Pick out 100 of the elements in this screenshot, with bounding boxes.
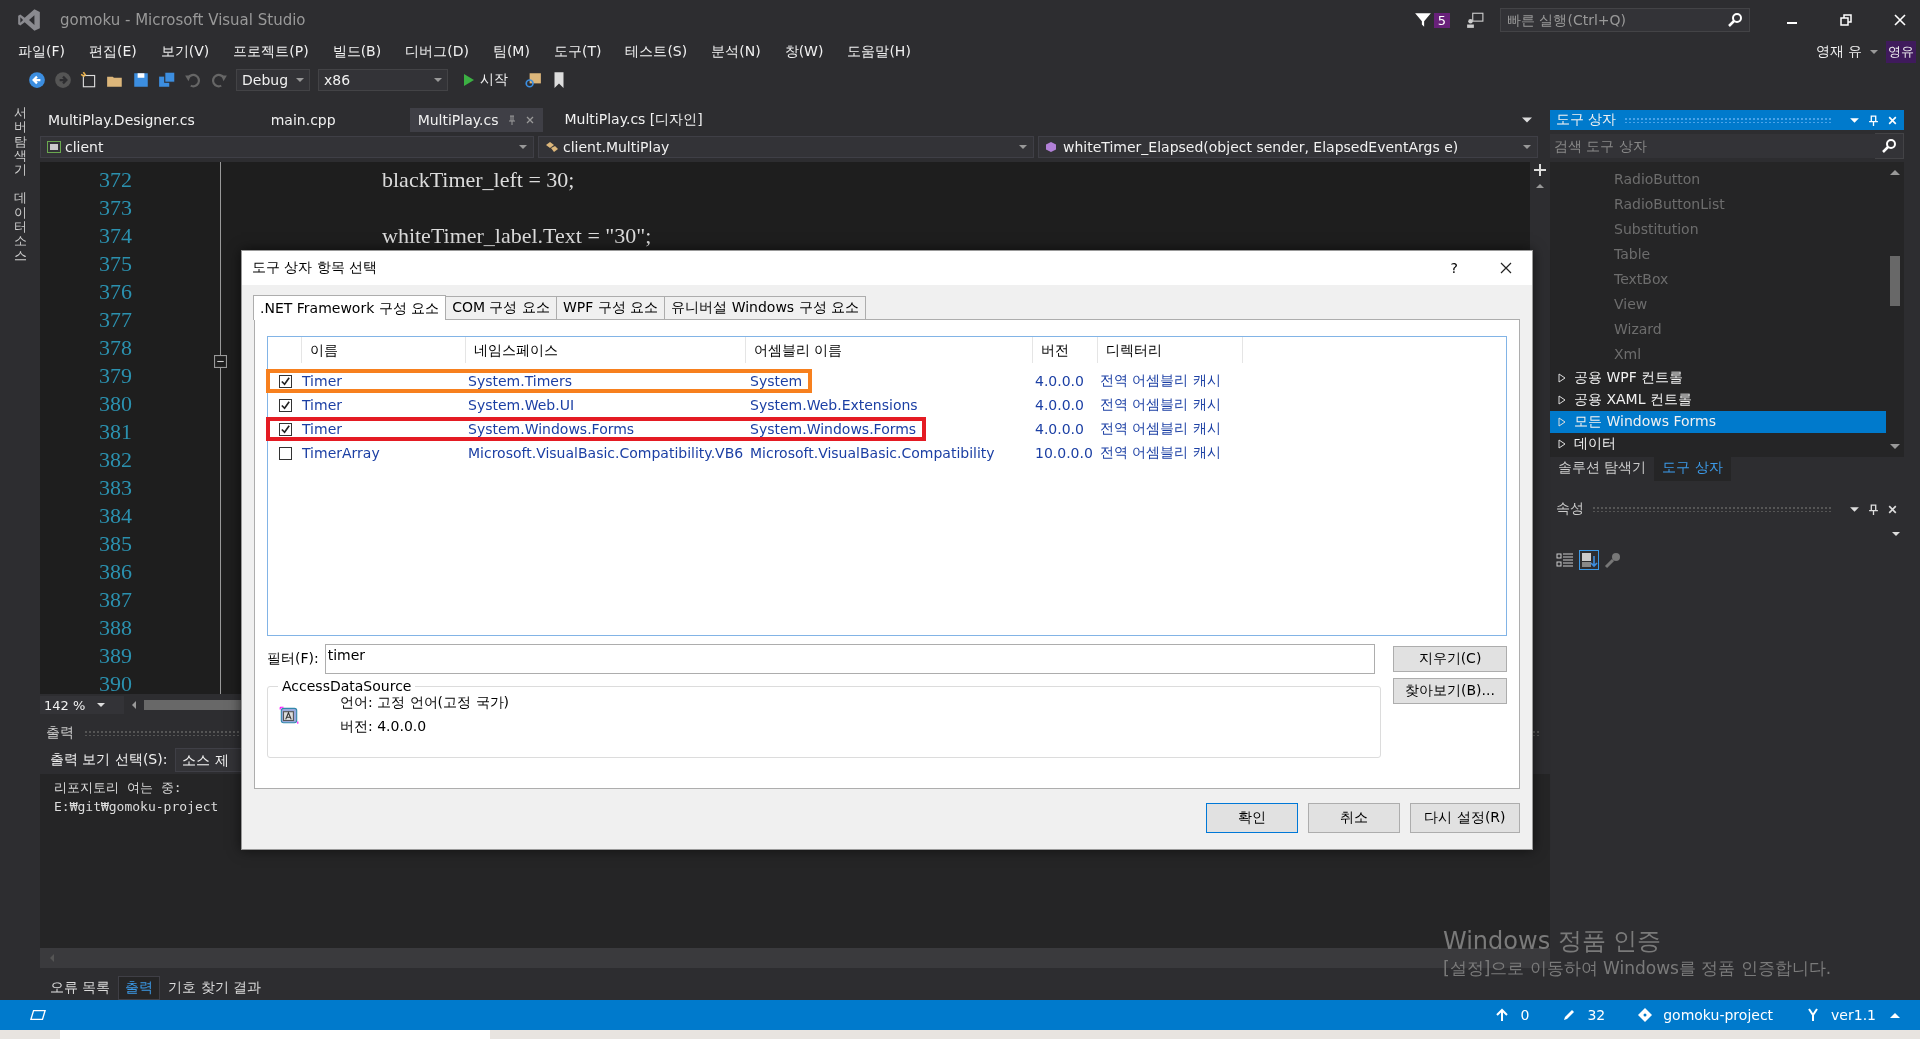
repository-name[interactable]: gomoku-project — [1663, 1007, 1774, 1023]
panel-tab[interactable]: 오류 목록 — [44, 977, 117, 999]
checkbox[interactable] — [278, 398, 292, 412]
table-cell-text: 4.0.0.0 — [1034, 397, 1085, 413]
start-button[interactable]: 시작 — [456, 71, 516, 89]
line-number: 389 — [99, 641, 132, 670]
menu-item[interactable]: 도구(T) — [541, 43, 614, 61]
close-icon[interactable] — [1500, 262, 1512, 274]
scroll-down-icon[interactable] — [1890, 443, 1900, 451]
back-icon[interactable] — [28, 71, 46, 89]
component-icon — [278, 704, 300, 726]
document-tab[interactable]: main.cpp — [262, 108, 344, 132]
dialog-button[interactable]: 취소 — [1308, 803, 1400, 833]
close-icon[interactable] — [1892, 12, 1908, 28]
clear-button[interactable]: 지우기(C) — [1393, 646, 1507, 672]
branch-name[interactable]: ver1.1 — [1831, 1007, 1876, 1023]
menu-item[interactable]: 창(W) — [772, 43, 836, 61]
configuration-dropdown[interactable]: Debug — [236, 69, 310, 91]
side-tab[interactable]: 데이터 소스 — [13, 191, 27, 263]
menu-item[interactable]: 분석(N) — [699, 43, 773, 61]
caret-icon — [434, 76, 442, 84]
toolbox-group[interactable]: 공용 WPF 컨트롤 — [1550, 367, 1886, 389]
line-number: 383 — [99, 473, 132, 502]
alphabetical-icon[interactable] — [1580, 551, 1598, 569]
notification-count[interactable]: 5 — [1433, 12, 1450, 28]
change-count[interactable]: 32 — [1587, 1007, 1606, 1023]
scrollbar-thumb[interactable] — [1890, 256, 1900, 306]
menu-item[interactable]: 테스트(S) — [613, 43, 700, 61]
zoom-dropdown[interactable]: 142 % — [40, 696, 124, 715]
diamond-icon[interactable] — [1637, 1008, 1654, 1022]
search-icon[interactable] — [1875, 133, 1904, 159]
toolbox-group[interactable]: 데이터 — [1550, 433, 1886, 455]
notification-icon[interactable] — [30, 1008, 46, 1022]
column-header[interactable]: 버전 — [1033, 337, 1098, 363]
table-cell-text: 전역 어셈블리 캐시 — [1099, 396, 1222, 414]
categorized-icon[interactable] — [1556, 551, 1574, 569]
column-header[interactable]: 어셈블리 이름 — [746, 337, 1033, 363]
menu-item[interactable]: 편집(E) — [77, 43, 149, 61]
scroll-up-icon[interactable] — [1890, 168, 1900, 176]
new-project-icon[interactable] — [80, 71, 98, 89]
toolbox-search-field[interactable]: 검색 도구 상자 — [1550, 134, 1875, 158]
column-header[interactable]: 디렉터리 — [1098, 337, 1243, 363]
caret-icon[interactable] — [1870, 48, 1878, 56]
dialog-tab[interactable]: .NET Framework 구성 요소 — [253, 295, 447, 320]
dialog-button[interactable]: 다시 설정(R) — [1410, 803, 1520, 833]
user-avatar[interactable]: 영유 — [1886, 41, 1916, 63]
dialog-tab[interactable]: 유니버설 Windows 구성 요소 — [664, 296, 867, 319]
panel-tab[interactable]: 도구 상자 — [1654, 457, 1731, 481]
scroll-left-icon[interactable] — [130, 701, 138, 710]
panel-tab[interactable]: 솔루션 탐색기 — [1550, 457, 1655, 481]
find-icon[interactable] — [524, 71, 542, 89]
side-tab[interactable]: 서버 탐색기 — [13, 106, 27, 178]
checkbox[interactable] — [278, 422, 292, 436]
checkbox[interactable] — [278, 446, 292, 460]
menu-item[interactable]: 빌드(B) — [320, 43, 394, 61]
platform-dropdown[interactable]: x86 — [318, 69, 448, 91]
table-cell-text: System.Timers — [467, 373, 573, 389]
pin-icon[interactable] — [1868, 503, 1879, 515]
undo-icon[interactable] — [184, 71, 202, 89]
collapse-icon[interactable] — [214, 354, 227, 368]
redo-icon[interactable] — [210, 71, 228, 89]
feedback-icon[interactable] — [1466, 11, 1484, 29]
browse-button[interactable]: 찾아보기(B)... — [1393, 678, 1507, 704]
class-dropdown[interactable]: client.MultiPlay — [538, 136, 1034, 158]
line-number: 382 — [99, 445, 132, 474]
split-icon[interactable] — [1534, 163, 1546, 176]
caret-up-icon[interactable] — [1890, 1011, 1900, 1019]
dialog-button[interactable]: 확인 — [1206, 803, 1298, 833]
column-header[interactable]: 이름 — [302, 337, 466, 363]
document-tab[interactable]: MultiPlay.Designer.cs — [40, 108, 203, 132]
menu-item[interactable]: 보기(V) — [148, 43, 222, 61]
checkbox[interactable] — [278, 374, 292, 388]
column-header[interactable]: 네임스페이스 — [466, 337, 746, 363]
project-dropdown[interactable]: client — [40, 136, 534, 158]
menu-item[interactable]: 팀(M) — [480, 43, 542, 61]
table-cell-text: 전역 어셈블리 캐시 — [1099, 420, 1222, 438]
filter-field[interactable]: timer — [324, 644, 1375, 674]
document-tab[interactable]: MultiPlay.cs [디자인] — [556, 108, 711, 132]
user-name[interactable]: 영재 유 — [1815, 43, 1862, 61]
menu-item[interactable]: 도움말(H) — [835, 43, 923, 61]
line-number: 381 — [99, 417, 132, 446]
restore-icon[interactable] — [1838, 12, 1854, 28]
help-button[interactable]: ? — [1450, 260, 1458, 276]
menu-item[interactable]: 디버그(D) — [393, 43, 481, 61]
push-count[interactable]: 0 — [1520, 1007, 1530, 1023]
visual-studio-logo-icon — [16, 7, 42, 33]
csharp-project-icon — [47, 141, 61, 153]
key-icon[interactable] — [1604, 551, 1622, 569]
save-all-icon[interactable] — [158, 71, 176, 89]
menu-item[interactable]: 파일(F) — [6, 43, 77, 61]
menu-item[interactable]: 프로젝트(P) — [221, 43, 321, 61]
toolbox-group[interactable]: 공용 XAML 컨트롤 — [1550, 389, 1886, 411]
member-dropdown[interactable]: whiteTimer_Elapsed(object sender, ElapsedEventArgs e) — [1038, 136, 1538, 158]
filter-icon[interactable] — [1413, 11, 1432, 29]
table-cell-text: System.Web.UI — [467, 397, 575, 413]
panel-tab[interactable]: 출력 — [118, 976, 161, 1000]
tab-list-icon[interactable] — [1522, 115, 1532, 125]
save-icon[interactable] — [132, 71, 150, 89]
panel-tab[interactable]: 기호 찾기 결과 — [162, 977, 268, 999]
toolbox-group[interactable]: 모든 Windows Forms — [1550, 411, 1886, 433]
